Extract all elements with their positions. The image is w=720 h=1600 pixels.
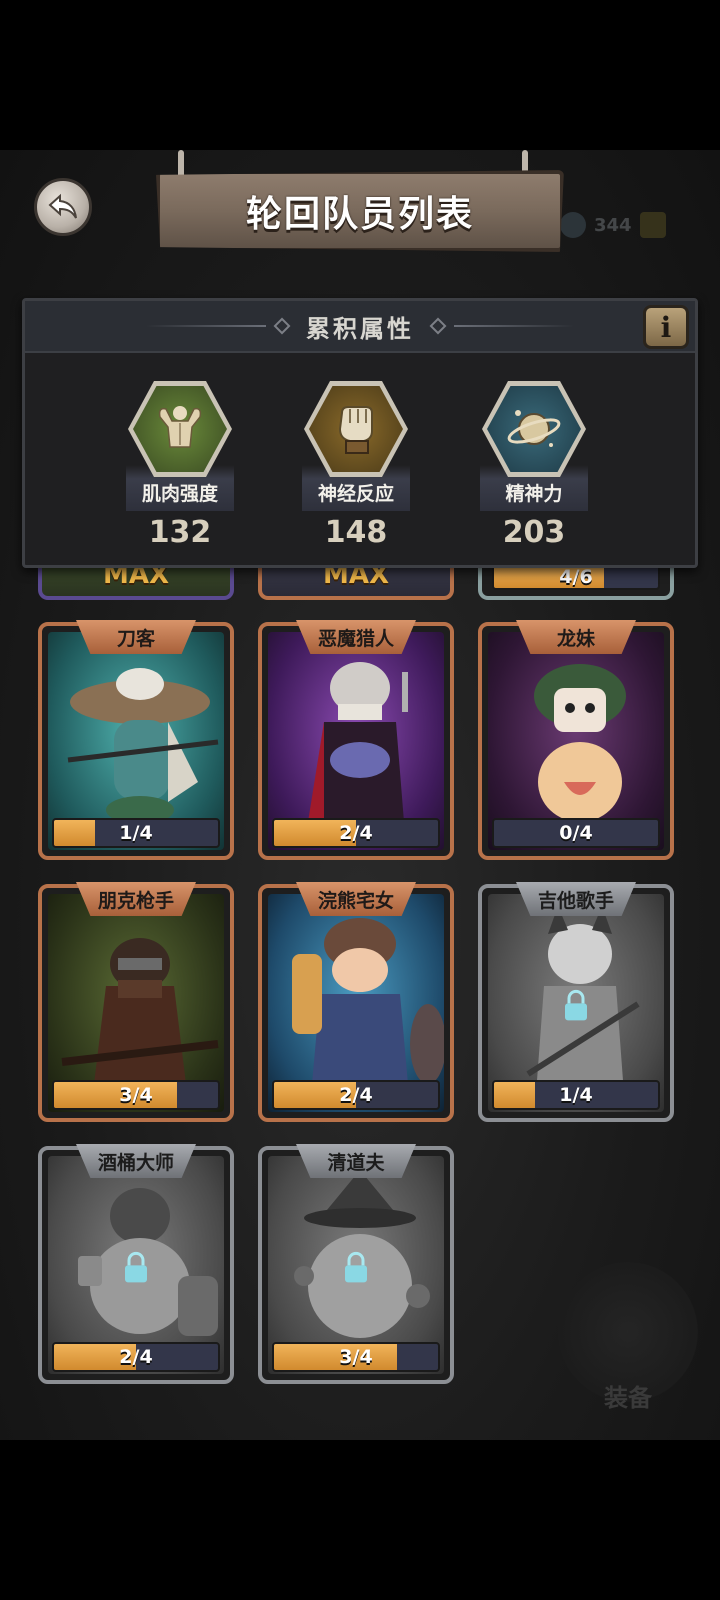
progress-bar: 2/4 — [272, 1080, 440, 1110]
progress-text: 1/4 — [119, 822, 153, 844]
member-card-guitar-singer[interactable]: 吉他歌手 1/4 — [478, 882, 674, 1122]
lock-icon — [345, 1251, 367, 1283]
page-title: 轮回队员列表 — [245, 194, 474, 235]
stats-header: 累积属性 i — [25, 301, 695, 353]
progress-text: 2/4 — [339, 1084, 373, 1106]
progress-bar: 2/4 — [272, 818, 440, 848]
stat-value: 203 — [502, 515, 566, 550]
member-name: 吉他歌手 — [537, 889, 614, 912]
stat-spirit: 精神力 203 — [469, 381, 599, 550]
background-currency: 344 — [560, 205, 710, 245]
lock-icon — [125, 1251, 147, 1283]
stat-label: 神经反应 — [317, 483, 394, 505]
member-name-tag: 恶魔猎人 — [296, 620, 416, 654]
stat-reflex: 神经反应 148 — [291, 381, 421, 550]
member-name: 刀客 — [116, 627, 155, 650]
muscle-icon — [158, 406, 202, 448]
member-name-tag: 龙妹 — [516, 620, 636, 654]
plus-icon — [639, 212, 666, 238]
header-decoration — [146, 325, 266, 327]
background-equip-label: 装备 — [604, 1384, 652, 1412]
back-button[interactable] — [34, 178, 92, 236]
progress-text: 3/4 — [119, 1084, 153, 1106]
stat-label: 肌肉强度 — [141, 483, 218, 505]
stat-label: 精神力 — [505, 483, 563, 505]
progress-text: 4/6 — [559, 566, 593, 588]
stat-value: 132 — [148, 515, 212, 550]
member-name-tag: 吉他歌手 — [516, 882, 636, 916]
member-name-tag: 浣熊宅女 — [296, 882, 416, 916]
stats-panel: 累积属性 i 肌肉强度 132 神经反应 148 精神力 203 — [22, 298, 698, 568]
progress-text: 1/4 — [559, 1084, 593, 1106]
member-name: 恶魔猎人 — [317, 627, 394, 650]
member-name: 龙妹 — [556, 627, 595, 650]
currency-value: 344 — [594, 214, 632, 236]
back-arrow-icon — [48, 193, 77, 219]
progress-text: 0/4 — [559, 822, 593, 844]
stat-muscle: 肌肉强度 132 — [115, 381, 245, 550]
progress-bar: 3/4 — [52, 1080, 220, 1110]
progress-bar: 0/4 — [492, 818, 660, 848]
progress-text: 2/4 — [339, 822, 373, 844]
progress-text: 2/4 — [119, 1346, 153, 1368]
member-card-barrel-master[interactable]: 酒桶大师 2/4 — [38, 1144, 234, 1384]
member-card-demon-hunter[interactable]: 恶魔猎人 2/4 — [258, 620, 454, 860]
member-name-tag: 酒桶大师 — [76, 1144, 196, 1178]
progress-bar: 1/4 — [492, 1080, 660, 1110]
header-decoration — [454, 325, 574, 327]
planet-icon — [507, 410, 561, 447]
member-card-dragon-girl[interactable]: 龙妹 0/4 — [478, 620, 674, 860]
member-name-tag: 清道夫 — [296, 1144, 416, 1178]
member-name: 清道夫 — [327, 1151, 385, 1174]
info-button[interactable]: i — [643, 305, 689, 349]
title-plank: 轮回队员列表 — [156, 170, 564, 252]
stat-hex — [128, 381, 232, 477]
stat-hex — [482, 381, 586, 477]
diamond-icon — [429, 317, 447, 335]
member-name: 浣熊宅女 — [317, 889, 394, 912]
progress-text: 3/4 — [339, 1346, 373, 1368]
screen: 344 装备 轮回队员列表 MAX MAX 4/6 累积属性 i 肌肉强度 13… — [0, 0, 720, 1600]
progress-bar: 3/4 — [272, 1342, 440, 1372]
fist-icon — [338, 406, 373, 454]
lock-icon — [565, 989, 587, 1021]
currency-icon — [560, 212, 586, 238]
stat-hex — [304, 381, 408, 477]
member-name: 酒桶大师 — [97, 1151, 174, 1174]
member-card-scavenger[interactable]: 清道夫 3/4 — [258, 1144, 454, 1384]
member-name-tag: 朋克枪手 — [76, 882, 196, 916]
diamond-icon — [273, 317, 291, 335]
stats-title: 累积属性 — [306, 314, 414, 343]
member-card-raccoon-girl[interactable]: 浣熊宅女 2/4 — [258, 882, 454, 1122]
member-card-daoke[interactable]: 刀客 1/4 — [38, 620, 234, 860]
stat-value: 148 — [324, 515, 388, 550]
member-card-punk-gunner[interactable]: 朋克枪手 3/4 — [38, 882, 234, 1122]
member-name: 朋克枪手 — [97, 889, 174, 912]
info-icon: i — [660, 310, 672, 344]
member-name-tag: 刀客 — [76, 620, 196, 654]
progress-bar: 2/4 — [52, 1342, 220, 1372]
progress-bar: 1/4 — [52, 818, 220, 848]
